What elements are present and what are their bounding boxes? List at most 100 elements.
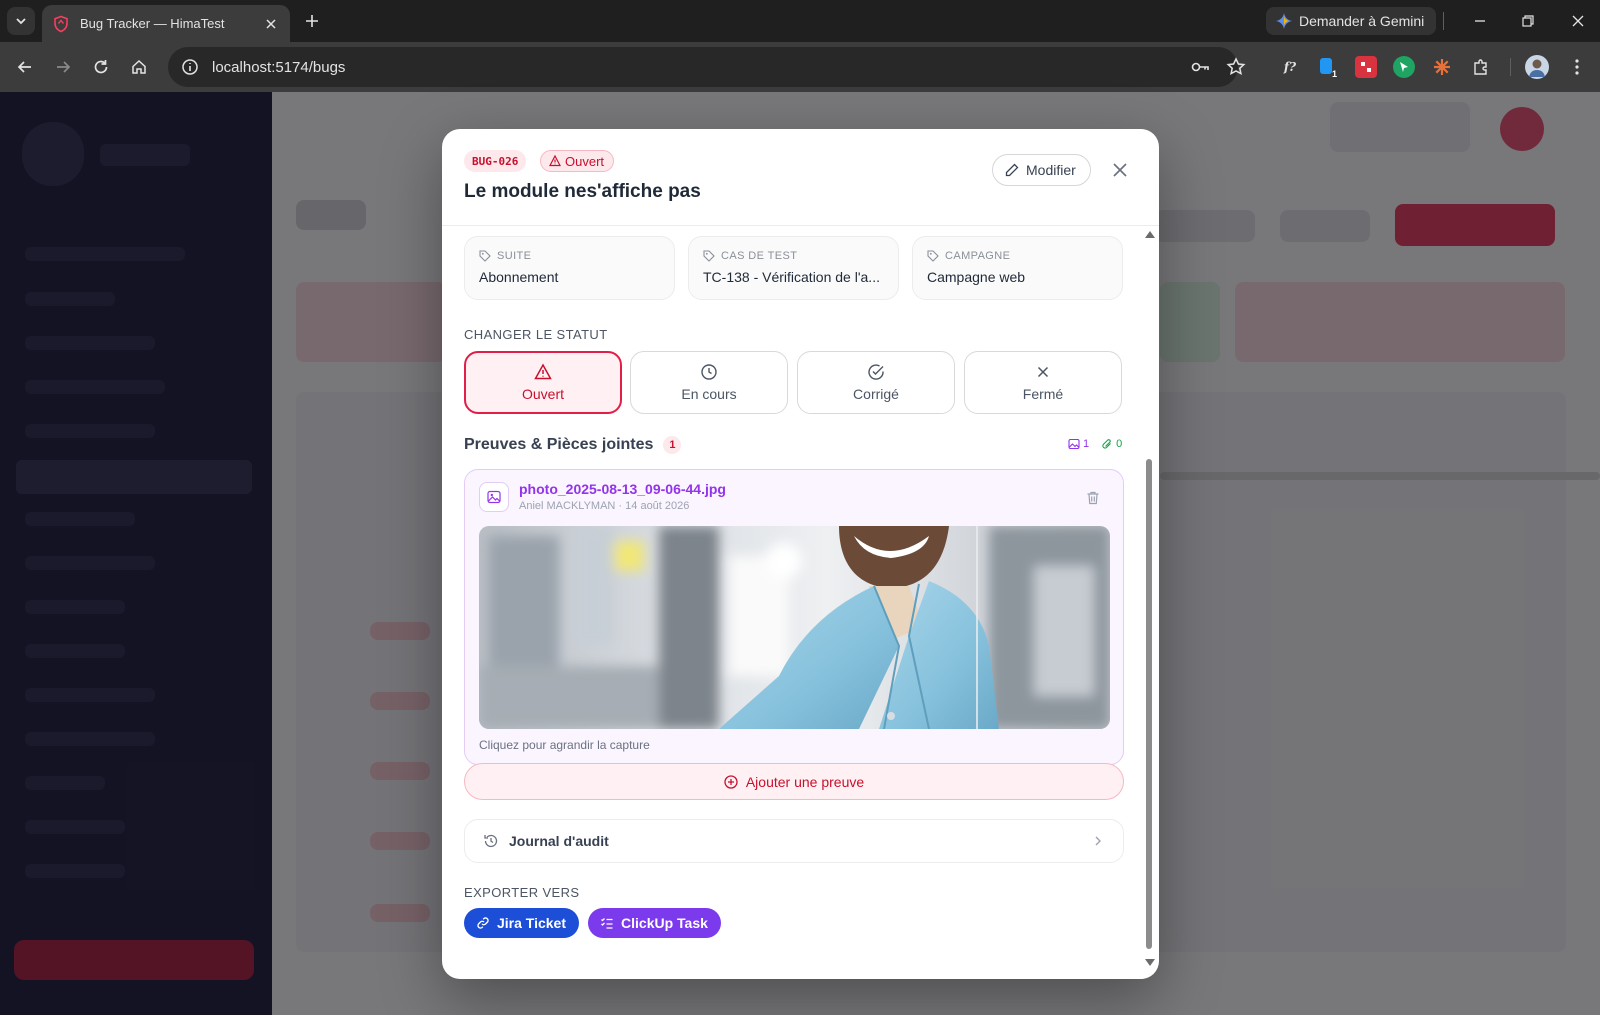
reload-icon[interactable]: [89, 55, 113, 79]
x-icon: [1037, 366, 1049, 378]
bug-title: Le module nes'affiche pas: [464, 181, 701, 202]
attachment-card: photo_2025-08-13_09-06-44.jpg Aniel MACK…: [464, 469, 1124, 765]
plus-circle-icon: [724, 774, 738, 789]
fx-extension-icon[interactable]: f?: [1279, 56, 1301, 78]
extensions-puzzle-icon[interactable]: [1470, 56, 1492, 78]
p-extension-icon[interactable]: 1: [1317, 56, 1339, 78]
checklist-icon: [601, 918, 613, 929]
new-tab-plus-icon[interactable]: [302, 11, 322, 31]
meta-label: CAS DE TEST: [721, 250, 798, 262]
extension-badge-text: 1: [1332, 69, 1337, 78]
scroll-down-arrow-icon[interactable]: [1145, 959, 1155, 966]
restore-icon[interactable]: [1518, 11, 1538, 31]
meta-label: SUITE: [497, 250, 532, 262]
minimize-icon[interactable]: [1470, 11, 1490, 31]
orange-sparkle-extension-icon[interactable]: [1431, 56, 1453, 78]
modal-header: BUG-026 Ouvert Le module nes'affiche pas…: [442, 129, 1159, 226]
clickup-export-button[interactable]: ClickUp Task: [588, 908, 721, 938]
status-option-label: Fermé: [1022, 386, 1064, 402]
tab-search-button[interactable]: [7, 7, 35, 35]
tab-close-icon[interactable]: [262, 15, 280, 33]
check-circle-icon: [868, 364, 884, 380]
edit-button[interactable]: Modifier: [992, 154, 1091, 186]
tab-title: Bug Tracker — HimaTest: [80, 16, 225, 31]
bookmark-star-icon[interactable]: [1226, 57, 1246, 77]
profile-avatar[interactable]: [1525, 55, 1549, 79]
browser-toolbar: localhost:5174/bugs f? 1: [0, 42, 1600, 92]
clock-icon: [701, 364, 717, 380]
status-option-in-progress[interactable]: En cours: [630, 351, 788, 414]
browser-menu-icon[interactable]: [1565, 55, 1589, 79]
audit-log-row[interactable]: Journal d'audit: [464, 819, 1124, 863]
trash-icon[interactable]: [1085, 490, 1101, 506]
window-close-icon[interactable]: [1568, 11, 1588, 31]
paperclip-icon: [1102, 439, 1112, 449]
divider: [1443, 12, 1444, 30]
shield-bug-icon: [54, 15, 68, 32]
attachment-image-preview[interactable]: [479, 526, 1110, 729]
warning-triangle-icon: [534, 363, 552, 380]
tag-icon: [479, 250, 491, 262]
link-icon: [477, 917, 489, 929]
change-status-label: CHANGER LE STATUT: [464, 327, 608, 342]
red-extension-icon[interactable]: [1355, 56, 1377, 78]
jira-export-button[interactable]: Jira Ticket: [464, 908, 580, 938]
status-badge: Ouvert: [540, 150, 615, 172]
gemini-button[interactable]: Demander à Gemini: [1266, 7, 1437, 35]
status-option-closed[interactable]: Fermé: [964, 351, 1122, 414]
attachment-file-name[interactable]: photo_2025-08-13_09-06-44.jpg: [519, 481, 726, 497]
url-text: localhost:5174/bugs: [212, 58, 346, 76]
meta-card-campaign: CAMPAGNE Campagne web: [912, 236, 1123, 300]
meta-card-suite: SUITE Abonnement: [464, 236, 675, 300]
clickup-export-label: ClickUp Task: [621, 915, 708, 931]
chevron-right-icon: [1095, 836, 1101, 846]
image-caption: Cliquez pour agrandir la capture: [479, 738, 650, 752]
gemini-label: Demander à Gemini: [1299, 13, 1425, 29]
meta-label: CAMPAGNE: [945, 250, 1011, 262]
image-file-icon: [479, 482, 509, 512]
chevron-down-icon: [16, 18, 26, 25]
browser-tab[interactable]: Bug Tracker — HimaTest: [42, 5, 290, 42]
export-buttons: Jira Ticket ClickUp Task: [464, 908, 721, 938]
bug-id-badge: BUG-026: [464, 150, 527, 172]
export-label: EXPORTER VERS: [464, 885, 580, 900]
browser-tab-bar: Bug Tracker — HimaTest Demander à Gemini: [0, 0, 1600, 42]
pencil-icon: [1005, 163, 1019, 177]
add-proof-button[interactable]: Ajouter une preuve: [464, 763, 1124, 800]
image-count: 1: [1083, 438, 1090, 450]
divider: [1510, 58, 1511, 76]
scroll-up-arrow-icon[interactable]: [1145, 231, 1155, 238]
warning-triangle-icon: [549, 155, 561, 167]
status-option-label: Ouvert: [521, 386, 564, 402]
meta-card-test-case: CAS DE TEST TC-138 - Vérification de l'a…: [688, 236, 899, 300]
home-icon[interactable]: [127, 55, 151, 79]
status-option-label: En cours: [681, 386, 737, 402]
scroll-thumb[interactable]: [1146, 459, 1152, 949]
modal-scrollbar[interactable]: [1144, 227, 1155, 967]
image-icon: [1068, 438, 1080, 450]
meta-value: Campagne web: [927, 269, 1026, 285]
gemini-sparkle-icon: [1276, 13, 1292, 29]
address-bar[interactable]: localhost:5174/bugs: [168, 47, 1246, 87]
site-info-icon[interactable]: [180, 57, 200, 77]
attachments-count-badge: 1: [663, 436, 682, 454]
close-icon[interactable]: [1110, 160, 1130, 180]
edit-button-label: Modifier: [1026, 162, 1076, 178]
attachments-heading: Preuves & Pièces jointes 1: [464, 436, 682, 454]
file-count: 0: [1116, 438, 1123, 450]
forward-arrow-icon[interactable]: [51, 55, 75, 79]
attachments-stats: 1 0: [1068, 438, 1122, 450]
audit-log-label: Journal d'audit: [509, 833, 609, 849]
green-cursor-extension-icon[interactable]: [1393, 56, 1415, 78]
bug-detail-modal: BUG-026 Ouvert Le module nes'affiche pas…: [442, 129, 1159, 979]
tag-icon: [703, 250, 715, 262]
status-option-open[interactable]: Ouvert: [464, 351, 622, 414]
back-arrow-icon[interactable]: [13, 55, 37, 79]
status-option-fixed[interactable]: Corrigé: [797, 351, 955, 414]
history-icon: [484, 834, 498, 848]
add-proof-label: Ajouter une preuve: [745, 773, 865, 790]
jira-export-label: Jira Ticket: [497, 915, 567, 931]
meta-value: TC-138 - Vérification de l'a...: [703, 269, 880, 285]
password-key-icon[interactable]: [1190, 57, 1210, 77]
status-option-label: Corrigé: [853, 386, 899, 402]
